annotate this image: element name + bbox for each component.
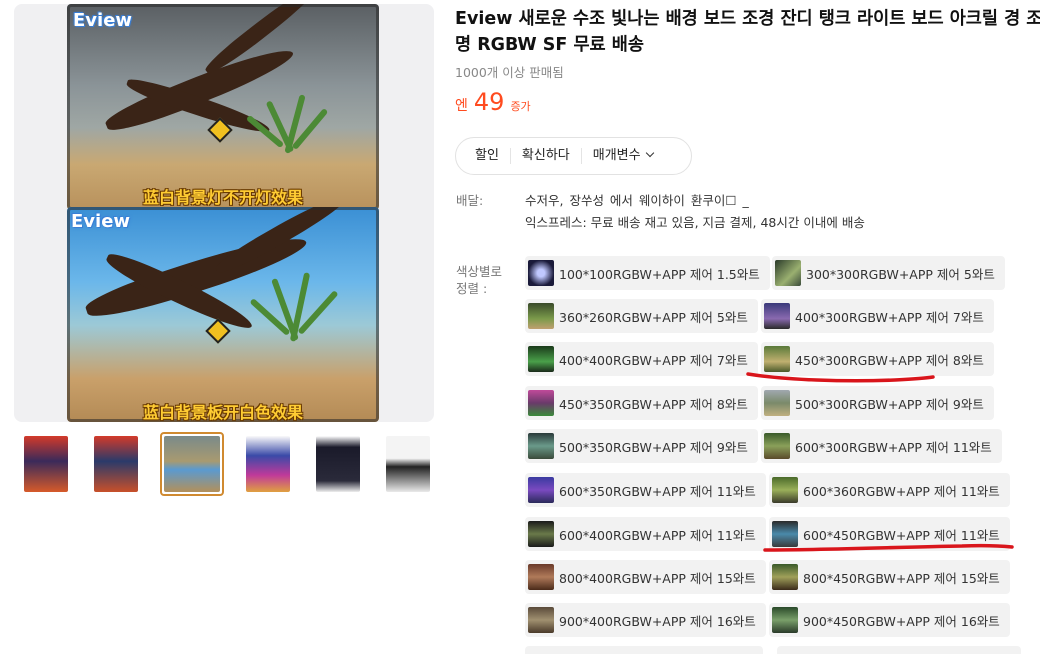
image-caption: 蓝白背景板开白色效果	[142, 403, 303, 422]
aquarium-photo-top: Eview 蓝白背景灯不开灯效果	[67, 4, 379, 210]
variant-label: 600*360RGBW+APP 제어 11와트	[803, 483, 1000, 499]
variant-label: 360*260RGBW+APP 제어 5와트	[559, 309, 748, 325]
variant-option[interactable]: 600*300RGBW+APP 제어 11와트	[761, 429, 1002, 463]
variant-option[interactable]: 600*360RGBW+APP 제어 11와트	[769, 473, 1010, 507]
aquarium-photo-bottom: Eview 蓝白背景板开白色效果	[67, 207, 379, 422]
variant-thumbnail	[772, 477, 798, 503]
thumbnail[interactable]	[382, 432, 434, 496]
price-currency: 엔	[455, 98, 468, 114]
thumbnail[interactable]	[242, 432, 294, 496]
variant-thumbnail	[764, 346, 790, 372]
variant-label: 500*300RGBW+APP 제어 9와트	[795, 396, 984, 412]
variant-label: 600*400RGBW+APP 제어 11와트	[559, 527, 756, 543]
variant-thumbnail	[528, 477, 554, 503]
thumbnail-active[interactable]	[160, 432, 224, 496]
variant-label: 450*300RGBW+APP 제어 8와트	[795, 352, 984, 368]
variant-thumbnail	[528, 346, 554, 372]
variant-thumbnail	[528, 303, 554, 329]
main-product-image[interactable]: Eview 蓝白背景灯不开灯效果 Eview 蓝白背景板开白色效果	[14, 4, 434, 422]
thumbnail-strip	[20, 432, 452, 496]
variant-label: 800*450RGBW+APP 제어 15와트	[803, 570, 1000, 586]
thumbnail[interactable]	[20, 432, 72, 496]
variant-option[interactable]: 400*300RGBW+APP 제어 7와트	[761, 299, 994, 333]
variant-thumbnail	[764, 433, 790, 459]
variant-option[interactable]	[777, 646, 1021, 654]
thumbnail[interactable]	[312, 432, 364, 496]
tab-discount[interactable]: 할인	[456, 148, 511, 164]
image-caption: 蓝白背景灯不开灯效果	[142, 188, 303, 207]
variant-option[interactable]: 100*100RGBW+APP 제어 1.5와트	[525, 256, 770, 290]
variant-label: 600*450RGBW+APP 제어 11와트	[803, 527, 1000, 543]
variant-label: 300*300RGBW+APP 제어 5와트	[806, 266, 995, 282]
variant-label: 900*450RGBW+APP 제어 16와트	[803, 613, 1000, 629]
variant-option[interactable]: 600*450RGBW+APP 제어 11와트	[769, 517, 1010, 551]
product-title: Eview 새로운 수조 빛나는 배경 보드 조경 잔디 탱크 라이트 보드 아…	[455, 9, 1040, 55]
variant-option[interactable]: 900*450RGBW+APP 제어 16와트	[769, 603, 1010, 637]
variant-option[interactable]: 500*300RGBW+APP 제어 9와트	[761, 386, 994, 420]
variant-thumbnail	[528, 521, 554, 547]
variant-option[interactable]: 600*350RGBW+APP 제어 11와트	[525, 473, 766, 507]
variant-option[interactable]	[525, 646, 763, 654]
variant-label: 600*300RGBW+APP 제어 11와트	[795, 439, 992, 455]
variant-option[interactable]: 450*300RGBW+APP 제어 8와트	[761, 342, 994, 376]
variant-thumbnail	[528, 260, 554, 286]
sold-count: 1000개 이상 판매됨	[455, 65, 564, 80]
tab-confirm[interactable]: 확신하다	[511, 148, 582, 164]
brand-watermark: Eview	[73, 10, 133, 31]
variant-label: 600*350RGBW+APP 제어 11와트	[559, 483, 756, 499]
shipping-details: 익스프레스: 무료 배송 재고 있음, 지금 결제, 48시간 이내에 배송	[525, 215, 865, 230]
variant-option[interactable]: 400*400RGBW+APP 제어 7와트	[525, 342, 758, 376]
variant-option[interactable]: 600*400RGBW+APP 제어 11와트	[525, 517, 766, 551]
price-suffix: 증가	[510, 100, 531, 113]
shipping-route: 수저우, 장쑤성 에서 웨이하이 환쿠이☐ _	[525, 193, 749, 208]
variant-label: 800*400RGBW+APP 제어 15와트	[559, 570, 756, 586]
variant-option[interactable]: 800*400RGBW+APP 제어 15와트	[525, 560, 766, 594]
variant-thumbnail	[775, 260, 801, 286]
shipping-label: 배달:	[456, 193, 484, 208]
variant-thumbnail	[772, 607, 798, 633]
variant-thumbnail	[764, 390, 790, 416]
variant-label: 500*350RGBW+APP 제어 9와트	[559, 439, 748, 455]
chevron-down-icon	[645, 148, 654, 158]
variant-label: 400*400RGBW+APP 제어 7와트	[559, 352, 748, 368]
variant-thumbnail	[528, 607, 554, 633]
price-value: 49	[473, 88, 505, 116]
thumbnail[interactable]	[90, 432, 142, 496]
variant-thumbnail	[528, 564, 554, 590]
brand-watermark: Eview	[71, 211, 131, 232]
tab-parameters-label: 매개변수	[592, 148, 641, 163]
variant-option[interactable]: 450*350RGBW+APP 제어 8와트	[525, 386, 758, 420]
variant-option[interactable]: 800*450RGBW+APP 제어 15와트	[769, 560, 1010, 594]
variant-thumbnail	[772, 521, 798, 547]
variant-thumbnail	[528, 433, 554, 459]
variant-option[interactable]: 300*300RGBW+APP 제어 5와트	[772, 256, 1005, 290]
color-sort-label: 색상별로 정렬 :	[456, 264, 503, 296]
variant-label: 100*100RGBW+APP 제어 1.5와트	[559, 266, 760, 282]
variant-option[interactable]: 500*350RGBW+APP 제어 9와트	[525, 429, 758, 463]
variant-option[interactable]: 900*400RGBW+APP 제어 16와트	[525, 603, 766, 637]
price: 엔 49 증가	[455, 88, 531, 116]
variant-thumbnail	[772, 564, 798, 590]
variant-label: 450*350RGBW+APP 제어 8와트	[559, 396, 748, 412]
variant-thumbnail	[764, 303, 790, 329]
variant-option[interactable]: 360*260RGBW+APP 제어 5와트	[525, 299, 758, 333]
tab-parameters[interactable]: 매개변수	[582, 148, 664, 164]
variant-label: 400*300RGBW+APP 제어 7와트	[795, 309, 984, 325]
variant-label: 900*400RGBW+APP 제어 16와트	[559, 613, 756, 629]
info-tabs: 할인 확신하다 매개변수	[455, 137, 692, 175]
variant-thumbnail	[528, 390, 554, 416]
